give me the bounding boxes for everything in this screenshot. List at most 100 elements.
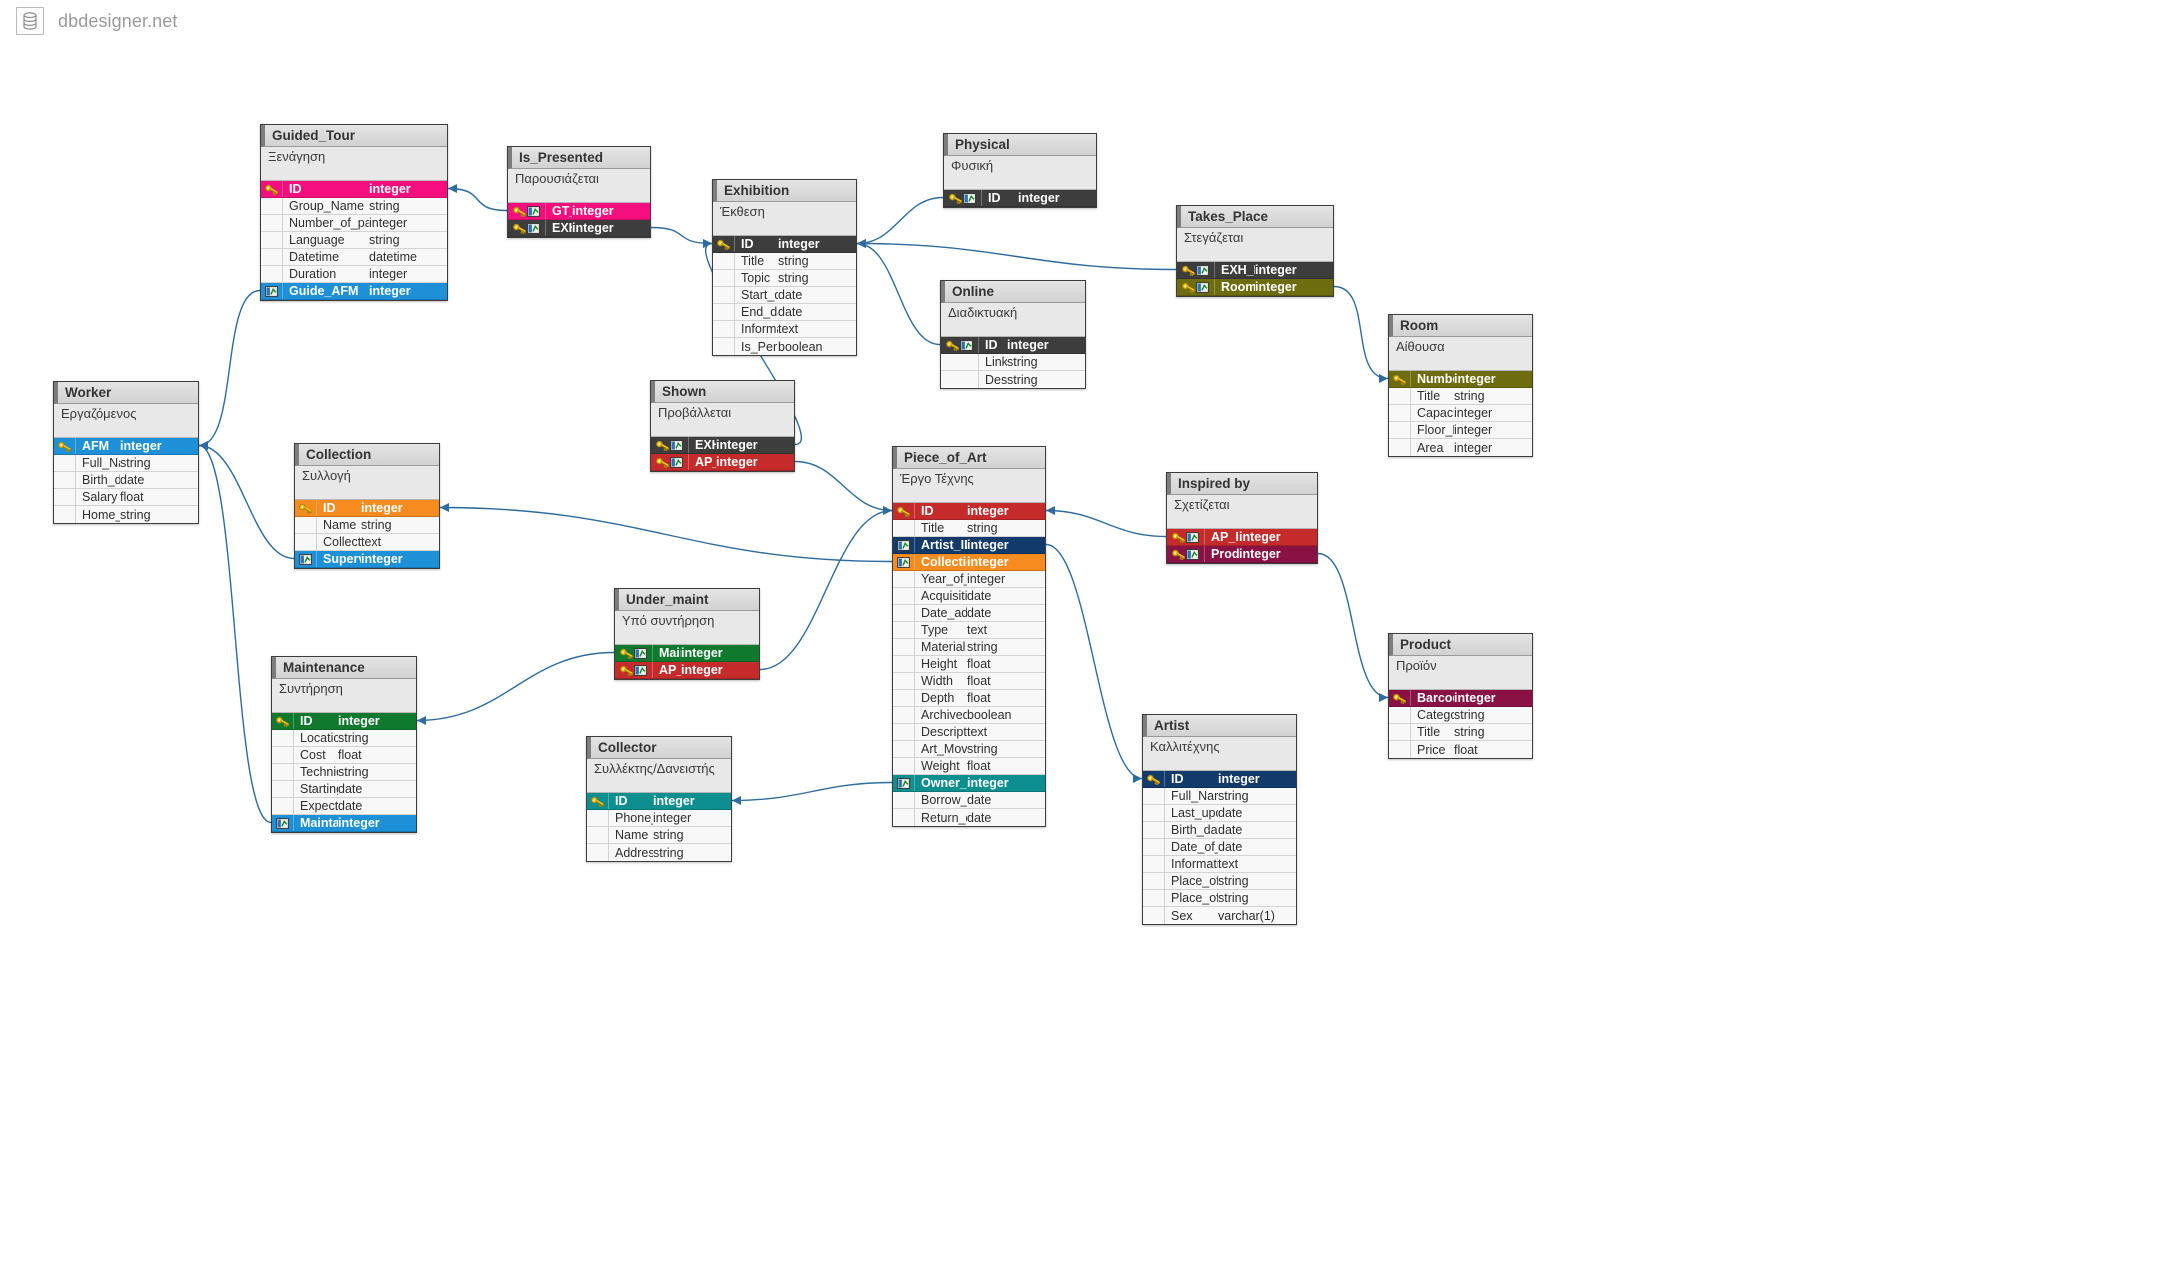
entity-field-row[interactable]: Maint_IDinteger <box>615 645 759 662</box>
entity-field-row[interactable]: Is_Permanentboolean <box>713 338 856 355</box>
entity-field-row[interactable]: Art_Movementstring <box>893 741 1045 758</box>
entity-field-row[interactable]: Home_addressstring <box>54 506 198 523</box>
entity-field-row[interactable]: AP_IDinteger <box>615 662 759 679</box>
entity-field-row[interactable]: Designerstring <box>941 371 1085 388</box>
entity-field-row[interactable]: Name string <box>295 517 439 534</box>
entity-field-row[interactable]: Archived boolean <box>893 707 1045 724</box>
entity-field-row[interactable]: Salary float <box>54 489 198 506</box>
entity-field-row[interactable]: Number_of_participantsinteger <box>261 215 447 232</box>
entity-field-row[interactable]: Prod_barcodeinteger <box>1167 546 1317 563</box>
entity-field-row[interactable]: Informationtext <box>1143 856 1296 873</box>
entity-field-row[interactable]: Birth_datedate <box>54 472 198 489</box>
entity-field-row[interactable]: Title string <box>893 520 1045 537</box>
entity-table-worker[interactable]: WorkerΕργαζόμενοςAFMintegerFull_Namestri… <box>53 381 199 524</box>
entity-field-row[interactable]: Room_Numberinteger <box>1177 279 1333 296</box>
entity-table-product[interactable]: ProductΠροϊόνBarcodeintegerCategorystrin… <box>1388 633 1533 759</box>
entity-table-exhibition[interactable]: Exhibition Έκθεση ID integer Title string Topi… <box>712 179 857 356</box>
entity-field-row[interactable]: Start_datedate <box>713 287 856 304</box>
entity-field-row[interactable]: Acquisition_Datedate <box>893 588 1045 605</box>
entity-field-row[interactable]: ID integer <box>272 713 416 730</box>
entity-field-row[interactable]: Place_of_birthstring <box>1143 873 1296 890</box>
entity-field-row[interactable]: Year_of_creationinteger <box>893 571 1045 588</box>
entity-field-row[interactable]: Artist_IDinteger <box>893 537 1045 554</box>
entity-field-row[interactable]: EXH_IDinteger <box>651 437 794 454</box>
entity-field-row[interactable]: Topic string <box>713 270 856 287</box>
entity-field-row[interactable]: Weight float <box>893 758 1045 775</box>
entity-field-row[interactable]: Categorystring <box>1389 707 1532 724</box>
entity-field-row[interactable]: Numberinteger <box>1389 371 1532 388</box>
entity-field-row[interactable]: Date_of_deathdate <box>1143 839 1296 856</box>
entity-field-row[interactable]: End_datedate <box>713 304 856 321</box>
entity-field-row[interactable]: Collection_Infotext <box>295 534 439 551</box>
entity-field-row[interactable]: ID integer <box>713 236 856 253</box>
entity-field-row[interactable]: Locationstring <box>272 730 416 747</box>
entity-field-row[interactable]: Expected_returndate <box>272 798 416 815</box>
entity-table-artist[interactable]: ArtistΚαλλιτέχνηςIDintegerFull_Namestrin… <box>1142 714 1297 925</box>
entity-field-row[interactable]: Depth float <box>893 690 1045 707</box>
entity-table-piece_of_art[interactable]: Piece_of_Art Έργο Τέχνης ID integer Title str… <box>892 446 1046 827</box>
entity-field-row[interactable]: ID integer <box>1143 771 1296 788</box>
entity-field-row[interactable]: Cost float <box>272 747 416 764</box>
entity-field-row[interactable]: AFM integer <box>54 438 198 455</box>
entity-field-row[interactable]: Borrow_datedate <box>893 792 1045 809</box>
entity-table-shown[interactable]: ShownΠροβάλλεταιEXH_IDintegerAP_IDintege… <box>650 380 795 472</box>
entity-field-row[interactable]: Collection_IDinteger <box>893 554 1045 571</box>
entity-field-row[interactable]: Maintainer_AFMinteger <box>272 815 416 832</box>
brand[interactable]: dbdesigner.net <box>16 7 178 35</box>
entity-field-row[interactable]: Area integer <box>1389 439 1532 456</box>
entity-field-row[interactable]: Owner_IDinteger <box>893 775 1045 792</box>
entity-table-online[interactable]: OnlineΔιαδικτυακήIDintegerLinkstringDesi… <box>940 280 1086 389</box>
entity-table-under_maint[interactable]: Under_maintΥπό συντήρησηMaint_IDintegerA… <box>614 588 760 680</box>
entity-field-row[interactable]: Birth_datedate <box>1143 822 1296 839</box>
entity-field-row[interactable]: Title string <box>713 253 856 270</box>
entity-field-row[interactable]: ID integer <box>295 500 439 517</box>
entity-field-row[interactable]: EXH_IDinteger <box>1177 262 1333 279</box>
entity-field-row[interactable]: Sex varchar(1) <box>1143 907 1296 924</box>
entity-field-row[interactable]: AP_IDinteger <box>1167 529 1317 546</box>
entity-table-inspired_by[interactable]: Inspired byΣχετίζεταιAP_IDintegerProd_ba… <box>1166 472 1318 564</box>
entity-field-row[interactable]: Link string <box>941 354 1085 371</box>
entity-field-row[interactable]: Last_updateddate <box>1143 805 1296 822</box>
entity-table-collection[interactable]: Collection Συλλογή ID integer Name string Coll… <box>294 443 440 569</box>
entity-field-row[interactable]: ID integer <box>261 181 447 198</box>
entity-field-row[interactable]: Type text <box>893 622 1045 639</box>
entity-field-row[interactable]: Phone_numberinteger <box>587 810 731 827</box>
entity-table-is_presented[interactable]: Is_PresentedΠαρουσιάζεταιGT_IDintegerEXH… <box>507 146 651 238</box>
entity-field-row[interactable]: Language string <box>261 232 447 249</box>
entity-field-row[interactable]: Addressstring <box>587 844 731 861</box>
entity-field-row[interactable]: Capacityinteger <box>1389 405 1532 422</box>
entity-table-physical[interactable]: Physical Φυσική ID integer <box>943 133 1097 208</box>
entity-field-row[interactable]: Date_addeddate <box>893 605 1045 622</box>
entity-field-row[interactable]: Descriptiontext <box>893 724 1045 741</box>
entity-field-row[interactable]: Duration integer <box>261 266 447 283</box>
entity-field-row[interactable]: AP_IDinteger <box>651 454 794 471</box>
entity-field-row[interactable]: Supervisor_AFMinteger <box>295 551 439 568</box>
entity-field-row[interactable]: Width float <box>893 673 1045 690</box>
entity-field-row[interactable]: Floor_Numberinteger <box>1389 422 1532 439</box>
entity-field-row[interactable]: Techniquestring <box>272 764 416 781</box>
entity-field-row[interactable]: GT_IDinteger <box>508 203 650 220</box>
entity-field-row[interactable]: Group_Name string <box>261 198 447 215</box>
entity-field-row[interactable]: Starting_datedate <box>272 781 416 798</box>
entity-field-row[interactable]: Datetime datetime <box>261 249 447 266</box>
entity-field-row[interactable]: Full_Namestring <box>1143 788 1296 805</box>
entity-field-row[interactable]: ID integer <box>941 337 1085 354</box>
entity-field-row[interactable]: Guide_AFM integer <box>261 283 447 300</box>
entity-field-row[interactable]: Height float <box>893 656 1045 673</box>
entity-field-row[interactable]: Full_Namestring <box>54 455 198 472</box>
entity-field-row[interactable]: Title string <box>1389 724 1532 741</box>
entity-field-row[interactable]: Price float <box>1389 741 1532 758</box>
entity-field-row[interactable]: ID integer <box>893 503 1045 520</box>
entity-field-row[interactable]: Return_datedate <box>893 809 1045 826</box>
entity-field-row[interactable]: ID integer <box>587 793 731 810</box>
diagram-canvas[interactable]: Guided_Tour Ξενάγηση ID integer Group_Name st… <box>0 42 2158 1269</box>
entity-field-row[interactable]: Barcodeinteger <box>1389 690 1532 707</box>
entity-field-row[interactable]: Name string <box>587 827 731 844</box>
entity-field-row[interactable]: Title string <box>1389 388 1532 405</box>
entity-field-row[interactable]: ID integer <box>944 190 1096 207</box>
entity-table-takes_place[interactable]: Takes_PlaceΣτεγάζεταιEXH_IDintegerRoom_N… <box>1176 205 1334 297</box>
entity-field-row[interactable]: Informationtext <box>713 321 856 338</box>
entity-table-collector[interactable]: Collector Συλλέκτης/Δανειστής ID integer Pho… <box>586 736 732 862</box>
entity-field-row[interactable]: Place_of_deathstring <box>1143 890 1296 907</box>
entity-field-row[interactable]: EXH_IDinteger <box>508 220 650 237</box>
